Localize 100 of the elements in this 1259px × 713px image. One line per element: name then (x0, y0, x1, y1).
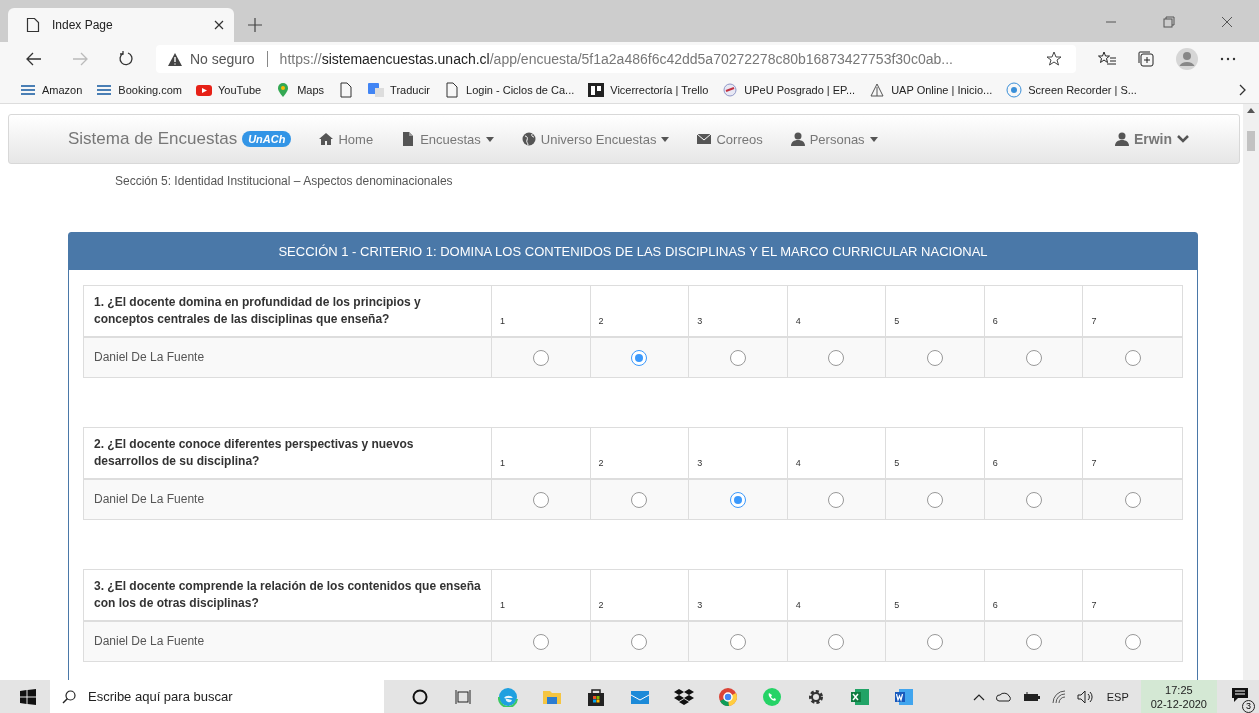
browser-icon[interactable] (498, 686, 518, 707)
nav-link[interactable]: Encuestas (401, 131, 494, 147)
radio-button[interactable] (927, 349, 944, 366)
bookmark[interactable]: Traducir (368, 81, 431, 98)
page-icon[interactable] (338, 81, 355, 98)
tab-title: Index Page (52, 18, 114, 32)
translate-icon (368, 81, 385, 98)
emblem-icon (722, 81, 739, 98)
radio-button[interactable] (532, 349, 549, 366)
radio-button[interactable] (828, 491, 845, 508)
nav-link[interactable]: Universo Encuestas (521, 131, 670, 147)
document-icon[interactable] (894, 686, 914, 707)
favorites-icon[interactable] (1098, 51, 1116, 67)
speaker-icon[interactable] (1076, 689, 1093, 704)
star-icon[interactable] (1046, 51, 1062, 67)
respondent-name: Daniel De La Fuente (84, 622, 492, 661)
chat-bubble-icon[interactable] (1231, 686, 1249, 703)
radio-button[interactable] (631, 349, 648, 366)
back-icon[interactable] (26, 52, 42, 66)
close-icon[interactable] (214, 20, 224, 30)
globe-icon (521, 132, 536, 146)
bookmark[interactable]: Maps (275, 81, 325, 98)
chevron-down-icon (1177, 135, 1189, 143)
new-tab-icon[interactable] (248, 18, 262, 32)
triangle-icon (869, 81, 886, 98)
brand-badge: UnACh (242, 131, 292, 147)
user-menu[interactable]: Erwin (1114, 131, 1189, 147)
bookmark[interactable]: Booking.com (96, 81, 182, 98)
radio-button[interactable] (631, 491, 648, 508)
chevron-right-icon[interactable] (1239, 83, 1247, 96)
address-bar[interactable]: No seguro https://sistemaencuestas.unach.cl/app/encuesta/5f1a2a486f6c42dd5a70272278c80b16873427753f30c0ab... (156, 45, 1076, 73)
radio-button[interactable] (927, 491, 944, 508)
bookmark[interactable]: Vicerrectoría | Trello (588, 81, 709, 98)
radio-button[interactable] (927, 633, 944, 650)
url-text: https://sistemaencuestas.unach.cl/app/encuesta/5f1a2a486f6c42dd5a70272278c80b16873427753f30c0ab... (279, 51, 953, 67)
page-icon (444, 81, 461, 98)
clock-date[interactable]: 02-12-2020 (1150, 696, 1207, 711)
language-indicator[interactable]: ESP (1106, 690, 1129, 703)
nav-link[interactable]: Correos (697, 131, 763, 147)
refresh-icon[interactable] (118, 51, 134, 67)
avatar-icon[interactable] (1176, 48, 1198, 70)
envelope-icon (697, 132, 712, 146)
shopping-bag-icon[interactable] (586, 686, 606, 707)
wifi-icon[interactable] (1050, 689, 1067, 704)
radio-button[interactable] (828, 633, 845, 650)
collections-icon[interactable] (1138, 51, 1154, 67)
radio-button[interactable] (828, 349, 845, 366)
bookmark[interactable]: UPeU Posgrado | EP... (722, 81, 856, 98)
respondent-name: Daniel De La Fuente (84, 480, 492, 519)
chat-icon[interactable] (762, 686, 782, 707)
warning-icon (168, 52, 182, 66)
bookmark[interactable]: Amazon (20, 81, 83, 98)
caret-up-icon[interactable] (972, 692, 985, 701)
bookmark[interactable]: Login - Ciclos de Ca... (444, 81, 575, 98)
respondent-name: Daniel De La Fuente (84, 338, 492, 377)
radio-button[interactable] (729, 349, 746, 366)
search-icon (62, 690, 76, 704)
radio-button[interactable] (532, 491, 549, 508)
home-icon (319, 132, 334, 146)
radio-button[interactable] (1025, 491, 1042, 508)
brand-title[interactable]: Sistema de Encuestas (68, 129, 238, 149)
bookmark[interactable]: UAP Online | Inicio... (869, 81, 993, 98)
browser-tab[interactable]: Index Page (8, 8, 234, 42)
panel-header: SECCIÓN 1 - CRITERIO 1: DOMINA LOS CONTENIDOS DE LAS DISCIPLINAS Y EL MARCO CURRICULAR NACIONAL (69, 233, 1197, 270)
scrollbar-thumb[interactable] (1247, 131, 1255, 151)
file-icon (401, 132, 416, 146)
more-icon[interactable] (1220, 57, 1236, 61)
cloud-icon[interactable] (994, 691, 1013, 702)
radio-button[interactable] (631, 633, 648, 650)
radio-button[interactable] (729, 491, 746, 508)
record-icon (1006, 81, 1023, 98)
scroll-up-icon[interactable] (1247, 108, 1255, 113)
section-subtitle: Sección 5: Identidad Institucional – Aspectos denominacionales (114, 173, 454, 190)
spreadsheet-icon[interactable] (850, 686, 870, 707)
battery-icon[interactable] (1022, 691, 1041, 702)
nav-link[interactable]: Home (319, 131, 374, 147)
box-icon[interactable] (674, 686, 694, 707)
radio-button[interactable] (532, 633, 549, 650)
bookmark[interactable]: Screen Recorder | S... (1006, 81, 1137, 98)
radio-button[interactable] (1124, 491, 1141, 508)
clock-time[interactable]: 17:25 (1165, 682, 1193, 697)
nav-link[interactable]: Personas (790, 131, 878, 147)
radio-button[interactable] (1025, 349, 1042, 366)
user-icon (790, 132, 805, 146)
forward-icon (72, 52, 88, 66)
board-icon (588, 81, 605, 98)
page-icon (26, 17, 40, 33)
round-logo-icon[interactable] (718, 686, 738, 707)
windows-start-icon[interactable] (20, 688, 36, 705)
radio-button[interactable] (1025, 633, 1042, 650)
radio-button[interactable] (1124, 633, 1141, 650)
search-field[interactable]: Escribe aquí para buscar (50, 680, 384, 713)
user-icon (1114, 132, 1129, 146)
restore-icon[interactable] (1163, 16, 1175, 28)
bookmark[interactable]: YouTube (195, 81, 262, 98)
security-label: No seguro (190, 51, 255, 67)
scrollbar[interactable] (1243, 104, 1259, 680)
radio-button[interactable] (1124, 349, 1141, 366)
radio-button[interactable] (729, 633, 746, 650)
notification-count: 3 (1242, 699, 1255, 713)
